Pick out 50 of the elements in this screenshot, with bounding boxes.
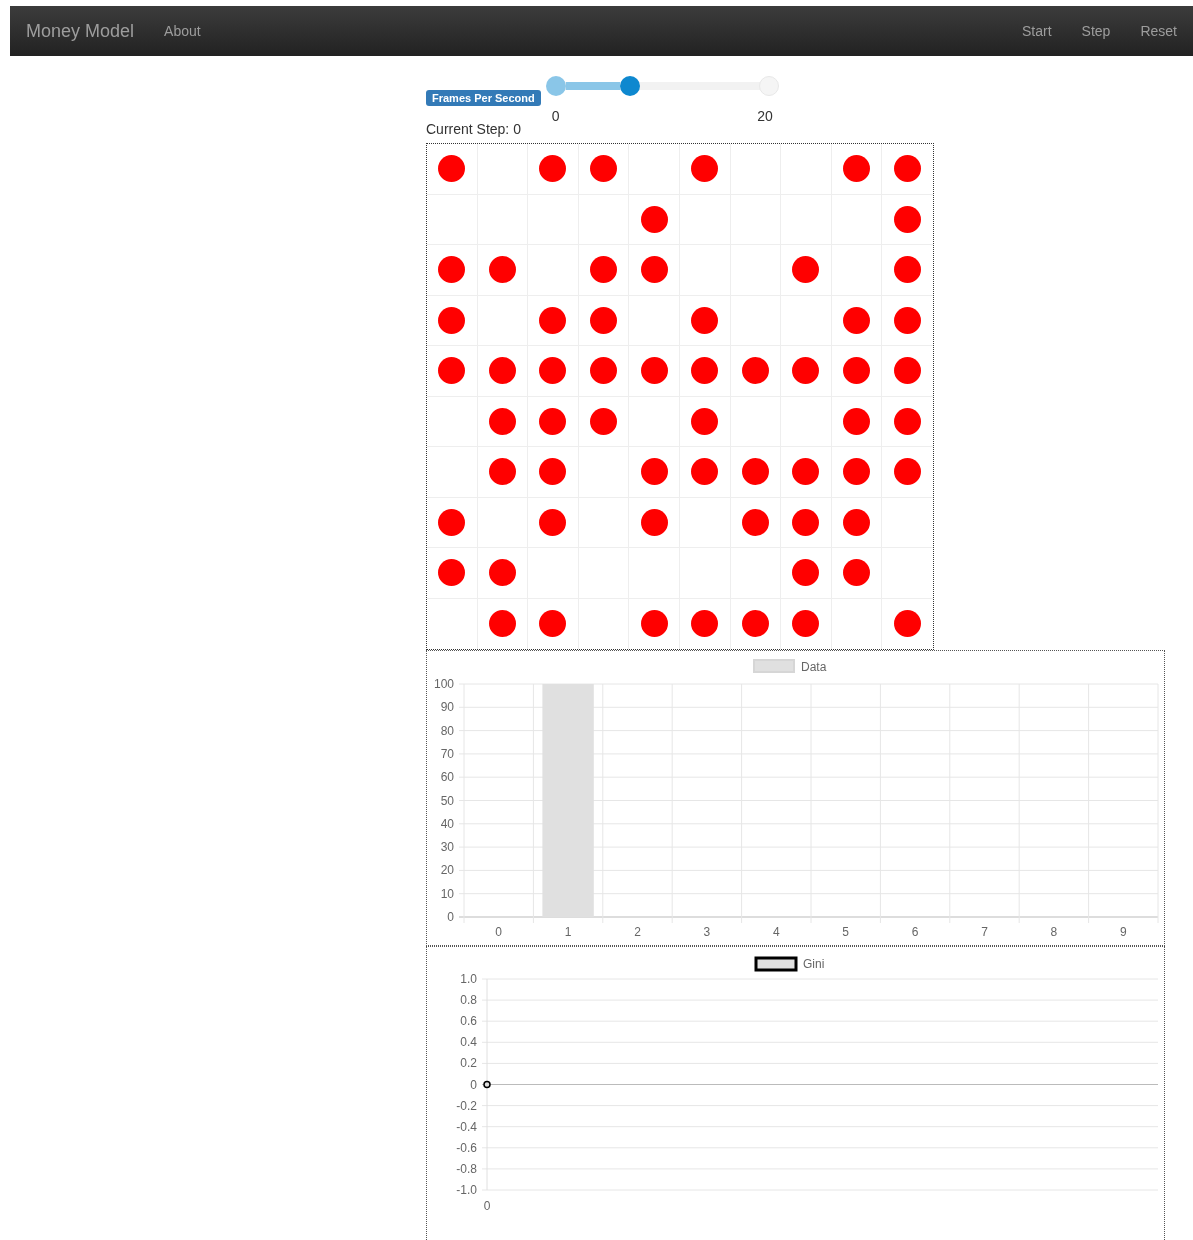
data-point [483, 1080, 491, 1089]
y-tick-label: 40 [440, 816, 454, 831]
y-tick-label: 10 [440, 886, 454, 901]
nav-button[interactable]: Start [1022, 20, 1052, 42]
y-tick-label: -0.4 [456, 1119, 477, 1134]
x-tick-label: 3 [703, 925, 711, 939]
x-tick-label: 0 [483, 1199, 491, 1213]
y-tick-label: 0.6 [460, 1014, 477, 1029]
y-tick-label: -0.6 [456, 1140, 477, 1155]
slider-thumb[interactable] [620, 76, 641, 96]
slider-min-label: 0 [551, 107, 560, 126]
y-tick-label: 80 [440, 723, 454, 738]
fps-label: Frames Per Second [426, 90, 541, 106]
y-tick-label: 50 [440, 793, 454, 808]
slider-min-handle[interactable] [545, 76, 566, 96]
x-tick-label: 0 [495, 925, 503, 939]
y-tick-label: 0 [447, 910, 454, 924]
y-tick-label: 30 [440, 840, 454, 855]
brand-link[interactable]: Money Model [26, 17, 135, 45]
x-tick-label: 7 [981, 925, 988, 939]
y-tick-label: 20 [440, 863, 454, 878]
x-tick-label: 9 [1119, 925, 1127, 939]
legend-label: Data [801, 660, 827, 674]
slider-max-label: 20 [757, 107, 773, 126]
y-tick-label: 70 [440, 746, 454, 761]
legend-swatch [754, 956, 798, 972]
y-tick-label: 0.2 [460, 1056, 477, 1071]
x-tick-label: 4 [772, 925, 780, 939]
y-tick-label: 0 [470, 1077, 477, 1092]
legend-label: Gini [803, 957, 825, 971]
y-tick-label: 0.8 [460, 993, 477, 1008]
x-tick-label: 1 [564, 925, 572, 939]
y-tick-label: 1.0 [460, 972, 477, 986]
legend-swatch [753, 659, 795, 673]
y-tick-label: 0.4 [460, 1035, 477, 1050]
nav-button[interactable]: Step [1081, 20, 1111, 42]
x-tick-label: 2 [634, 925, 641, 939]
current-step-text: Current Step: 0 [426, 120, 521, 138]
y-tick-label: 100 [433, 677, 454, 691]
x-tick-label: 6 [911, 925, 919, 939]
y-tick-label: -1.0 [456, 1183, 477, 1197]
y-tick-label: 60 [440, 770, 454, 785]
nav-link[interactable]: About [164, 20, 201, 42]
y-tick-label: -0.8 [456, 1161, 477, 1176]
y-tick-label: 90 [440, 700, 454, 715]
y-tick-label: -0.2 [456, 1098, 477, 1113]
slider-fill [565, 82, 621, 90]
x-tick-label: 8 [1050, 925, 1058, 939]
nav-button[interactable]: Reset [1140, 20, 1177, 42]
x-tick-label: 5 [842, 925, 850, 939]
